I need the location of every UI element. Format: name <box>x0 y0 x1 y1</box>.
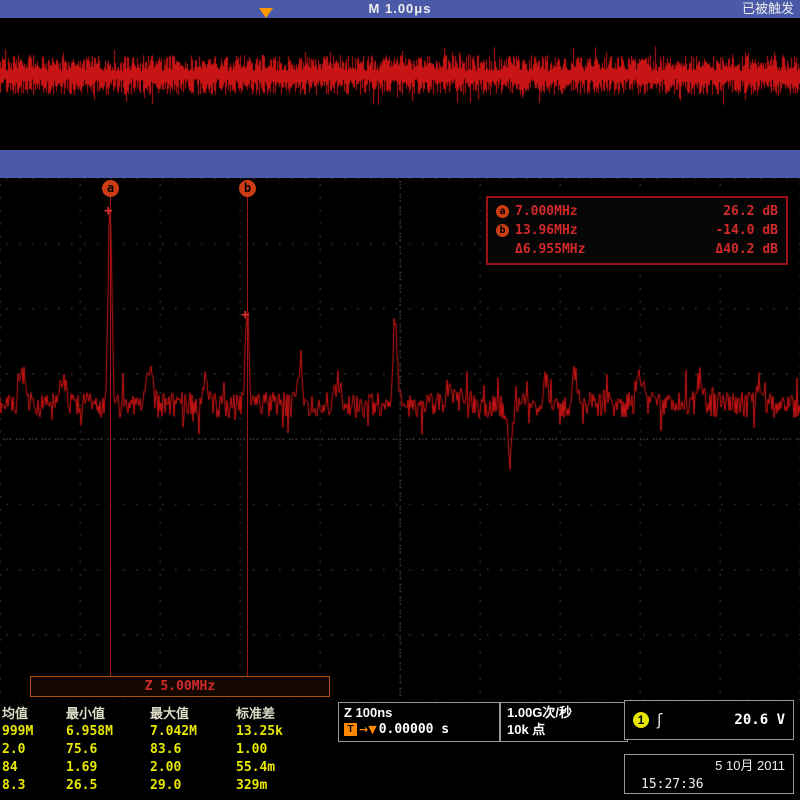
cursor-a-frequency: 7.000MHz <box>515 204 645 219</box>
cursor-a-readout-row: a 7.000MHz 26.2 dB <box>496 202 778 221</box>
trigger-info-box: 1 ʃ 20.6 V <box>624 700 794 740</box>
trigger-slope-icon: ʃ <box>657 712 662 728</box>
cursor-b-readout-row: b 13.96MHz -14.0 dB <box>496 221 778 240</box>
horizontal-info-box: Z 100ns T →▼ 0.00000 s <box>338 702 500 742</box>
meas-header-min: 最小值 <box>66 705 150 723</box>
cursor-b-level: -14.0 dB <box>715 223 778 238</box>
cursor-readout-panel: a 7.000MHz 26.2 dB b 13.96MHz -14.0 dB Δ… <box>486 196 788 265</box>
meas-header-mean: 均值 <box>2 705 66 723</box>
meas-value: 26.5 <box>66 777 150 795</box>
cursor-b-crosshair-icon: + <box>241 308 249 322</box>
meas-value: 6.958M <box>66 723 150 741</box>
spectrum-area: a b + + a 7.000MHz 26.2 dB b 13.96MHz -1… <box>0 178 800 700</box>
meas-value: 2.0 <box>2 741 66 759</box>
meas-header-stddev: 标准差 <box>236 705 328 723</box>
meas-value: 2.00 <box>150 759 236 777</box>
horizontal-position-row: T →▼ 0.00000 s <box>344 721 494 738</box>
cursor-a-crosshair-icon: + <box>104 204 112 218</box>
meas-value: 83.6 <box>150 741 236 759</box>
trigger-level-value: 20.6 V <box>734 712 785 728</box>
trigger-channel-badge: 1 <box>633 712 649 728</box>
meas-value: 75.6 <box>66 741 150 759</box>
cursor-a-line[interactable] <box>110 194 111 680</box>
datetime-box: 5 10月 2011 15:27:36 <box>624 754 794 794</box>
acquisition-info-box: 1.00G次/秒 10k 点 <box>500 702 628 742</box>
panel-divider <box>0 150 800 178</box>
meas-value: 29.0 <box>150 777 236 795</box>
cursor-delta-frequency: Δ6.955MHz <box>515 242 645 257</box>
record-length-label: 10k 点 <box>507 721 621 738</box>
sample-rate-label: 1.00G次/秒 <box>507 704 621 721</box>
math-channel-scale-label[interactable]: Z 5.00MHz <box>30 676 330 697</box>
cursor-a-level: 26.2 dB <box>723 204 778 219</box>
main-timebase-label: M 1.00μs <box>0 0 800 18</box>
trigger-t-icon: T <box>344 723 357 736</box>
cursor-b-line[interactable] <box>247 194 248 680</box>
time-domain-waveform <box>0 18 800 150</box>
cursor-b-frequency: 13.96MHz <box>515 223 645 238</box>
meas-value: 84 <box>2 759 66 777</box>
trigger-status-label: 已被触发 <box>742 0 794 18</box>
cursor-a-label[interactable]: a <box>102 180 119 197</box>
position-arrows-icon: →▼ <box>359 723 377 736</box>
meas-value: 1.00 <box>236 741 328 759</box>
meas-value: 999M <box>2 723 66 741</box>
cursor-delta-readout-row: Δ6.955MHz Δ40.2 dB <box>496 240 778 259</box>
top-status-bar: M 1.00μs 已被触发 <box>0 0 800 18</box>
meas-value: 13.25k <box>236 723 328 741</box>
meas-header-max: 最大值 <box>150 705 236 723</box>
zoom-timebase-label: Z 100ns <box>344 704 494 721</box>
measurement-table: 均值 最小值 最大值 标准差 999M 6.958M 7.042M 13.25k… <box>2 705 328 795</box>
cursor-b-badge-icon: b <box>496 224 509 237</box>
time-label: 15:27:36 <box>633 775 785 794</box>
meas-value: 1.69 <box>66 759 150 777</box>
date-label: 5 10月 2011 <box>633 756 785 775</box>
meas-value: 329m <box>236 777 328 795</box>
cursor-a-badge-icon: a <box>496 205 509 218</box>
trigger-position-marker-icon[interactable] <box>259 8 273 18</box>
cursor-delta-level: Δ40.2 dB <box>715 242 778 257</box>
meas-value: 55.4m <box>236 759 328 777</box>
meas-value: 7.042M <box>150 723 236 741</box>
oscilloscope-screen: M 1.00μs 已被触发 a b + + a 7.000MHz 26.2 dB… <box>0 0 800 800</box>
bottom-bar: 均值 最小值 最大值 标准差 999M 6.958M 7.042M 13.25k… <box>0 700 800 800</box>
meas-value: 8.3 <box>2 777 66 795</box>
horizontal-position-value: 0.00000 s <box>379 721 449 738</box>
cursor-b-label[interactable]: b <box>239 180 256 197</box>
